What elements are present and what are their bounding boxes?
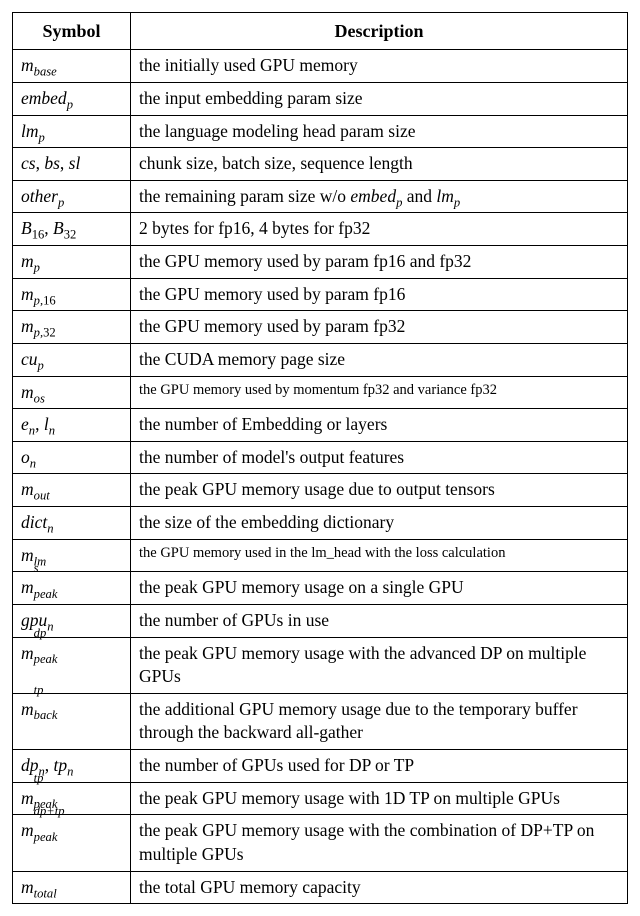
symbol-cell: lmp: [13, 115, 131, 148]
table-row: lmpthe language modeling head param size: [13, 115, 628, 148]
symbol-cell: embedp: [13, 82, 131, 115]
description-cell: the remaining param size w/o embedp and …: [131, 180, 628, 213]
table-row: B16, B322 bytes for fp16, 4 bytes for fp…: [13, 213, 628, 246]
header-symbol: Symbol: [13, 13, 131, 50]
table-body: mbasethe initially used GPU memoryembedp…: [13, 50, 628, 904]
description-cell: the size of the embedding dictionary: [131, 507, 628, 540]
table-row: cupthe CUDA memory page size: [13, 343, 628, 376]
symbol-cell: mtppeak: [13, 782, 131, 815]
description-cell: the GPU memory used by param fp16 and fp…: [131, 246, 628, 279]
symbol-cell: mtpback: [13, 693, 131, 749]
description-cell: the CUDA memory page size: [131, 343, 628, 376]
description-cell: the GPU memory used by momentum fp32 and…: [131, 376, 628, 409]
symbol-cell: otherp: [13, 180, 131, 213]
table-row: mdp+tppeakthe peak GPU memory usage with…: [13, 815, 628, 871]
table-row: mbasethe initially used GPU memory: [13, 50, 628, 83]
description-cell: the peak GPU memory usage with the combi…: [131, 815, 628, 871]
table-header-row: Symbol Description: [13, 13, 628, 50]
description-cell: the number of GPUs used for DP or TP: [131, 750, 628, 783]
symbol-cell: mp,32: [13, 311, 131, 344]
description-cell: the language modeling head param size: [131, 115, 628, 148]
table-row: embedpthe input embedding param size: [13, 82, 628, 115]
symbol-cell: gpun: [13, 604, 131, 637]
table-row: mpthe GPU memory used by param fp16 and …: [13, 246, 628, 279]
table-row: mtppeakthe peak GPU memory usage with 1D…: [13, 782, 628, 815]
description-cell: the input embedding param size: [131, 82, 628, 115]
table-row: dpn, tpnthe number of GPUs used for DP o…: [13, 750, 628, 783]
description-cell: the number of model's output features: [131, 441, 628, 474]
symbol-cell: mout: [13, 474, 131, 507]
table-row: mp,16the GPU memory used by param fp16: [13, 278, 628, 311]
symbol-cell: mbase: [13, 50, 131, 83]
header-description: Description: [131, 13, 628, 50]
description-cell: the GPU memory used by param fp16: [131, 278, 628, 311]
symbol-cell: dpn, tpn: [13, 750, 131, 783]
table-row: moutthe peak GPU memory usage due to out…: [13, 474, 628, 507]
description-cell: the initially used GPU memory: [131, 50, 628, 83]
symbol-cell: mos: [13, 376, 131, 409]
symbol-cell: cup: [13, 343, 131, 376]
description-cell: the peak GPU memory usage due to output …: [131, 474, 628, 507]
symbol-cell: mspeak: [13, 572, 131, 605]
table-row: mdppeakthe peak GPU memory usage with th…: [13, 637, 628, 693]
table-row: gpunthe number of GPUs in use: [13, 604, 628, 637]
symbol-cell: on: [13, 441, 131, 474]
description-cell: the total GPU memory capacity: [131, 871, 628, 904]
table-row: mtpbackthe additional GPU memory usage d…: [13, 693, 628, 749]
symbol-cell: dictn: [13, 507, 131, 540]
notation-table: Symbol Description mbasethe initially us…: [12, 12, 628, 904]
table-row: mlmthe GPU memory used in the lm_head wi…: [13, 539, 628, 572]
description-cell: the peak GPU memory usage with the advan…: [131, 637, 628, 693]
symbol-cell: cs, bs, sl: [13, 148, 131, 181]
description-cell: the peak GPU memory usage on a single GP…: [131, 572, 628, 605]
symbol-cell: mp,16: [13, 278, 131, 311]
table-row: onthe number of model's output features: [13, 441, 628, 474]
description-cell: the peak GPU memory usage with 1D TP on …: [131, 782, 628, 815]
symbol-cell: mtotal: [13, 871, 131, 904]
symbol-cell: B16, B32: [13, 213, 131, 246]
symbol-cell: en, ln: [13, 409, 131, 442]
description-cell: chunk size, batch size, sequence length: [131, 148, 628, 181]
description-cell: the GPU memory used in the lm_head with …: [131, 539, 628, 572]
table-row: en, lnthe number of Embedding or layers: [13, 409, 628, 442]
table-row: mp,32the GPU memory used by param fp32: [13, 311, 628, 344]
table-row: mosthe GPU memory used by momentum fp32 …: [13, 376, 628, 409]
description-cell: the additional GPU memory usage due to t…: [131, 693, 628, 749]
table-row: otherpthe remaining param size w/o embed…: [13, 180, 628, 213]
symbol-cell: mp: [13, 246, 131, 279]
description-cell: the number of GPUs in use: [131, 604, 628, 637]
table-row: mspeakthe peak GPU memory usage on a sin…: [13, 572, 628, 605]
symbol-cell: mdp+tppeak: [13, 815, 131, 871]
table-row: dictnthe size of the embedding dictionar…: [13, 507, 628, 540]
table-row: cs, bs, slchunk size, batch size, sequen…: [13, 148, 628, 181]
description-cell: the GPU memory used by param fp32: [131, 311, 628, 344]
symbol-cell: mdppeak: [13, 637, 131, 693]
symbol-cell: mlm: [13, 539, 131, 572]
table-row: mtotalthe total GPU memory capacity: [13, 871, 628, 904]
description-cell: 2 bytes for fp16, 4 bytes for fp32: [131, 213, 628, 246]
description-cell: the number of Embedding or layers: [131, 409, 628, 442]
